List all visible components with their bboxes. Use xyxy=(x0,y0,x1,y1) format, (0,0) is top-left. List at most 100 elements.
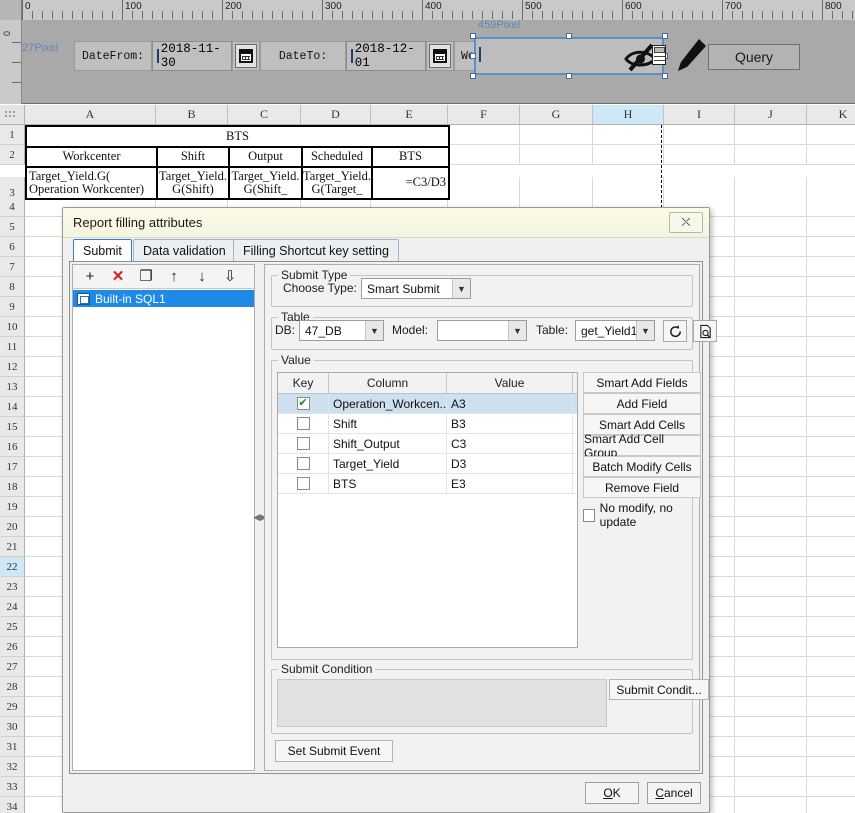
value-grid-value-cell[interactable]: D3 xyxy=(447,454,573,473)
tree-item-built-in-sql1[interactable]: Built-in SQL1 xyxy=(73,290,254,307)
grid-cell[interactable] xyxy=(735,197,807,217)
grid-cell[interactable] xyxy=(807,457,855,477)
report-cell-d3[interactable]: Target_Yield. G(Target_ xyxy=(302,167,372,199)
add-icon[interactable]: + xyxy=(77,266,103,288)
report-cell-e2[interactable]: BTS xyxy=(372,147,449,167)
value-grid-row[interactable]: Target_YieldD3 xyxy=(278,454,577,474)
grid-cell[interactable] xyxy=(807,517,855,537)
resize-handle-se[interactable] xyxy=(662,73,668,79)
grid-cell[interactable] xyxy=(807,397,855,417)
value-grid-row[interactable]: Shift_OutputC3 xyxy=(278,434,577,454)
key-checkbox[interactable] xyxy=(297,417,310,430)
table-select[interactable]: get_Yield1 ▼ xyxy=(575,320,655,341)
grid-cell[interactable] xyxy=(807,437,855,457)
grid-cell[interactable] xyxy=(735,377,807,397)
grid-cell[interactable] xyxy=(735,537,807,557)
grid-cell[interactable] xyxy=(735,557,807,577)
close-icon[interactable]: ⛌ xyxy=(669,212,703,233)
move-down-icon[interactable]: ↓ xyxy=(189,266,215,288)
key-checkbox[interactable] xyxy=(297,437,310,450)
grid-cell[interactable] xyxy=(807,217,855,237)
row-header-2[interactable]: 2 xyxy=(0,145,25,165)
grid-cell[interactable] xyxy=(520,125,593,145)
model-select[interactable]: ▼ xyxy=(437,320,527,341)
column-header-h[interactable]: H xyxy=(593,105,664,125)
row-header-20[interactable]: 20 xyxy=(0,517,25,537)
row-header-1[interactable]: 1 xyxy=(0,125,25,145)
move-up-icon[interactable]: ↑ xyxy=(161,266,187,288)
row-header-23[interactable]: 23 xyxy=(0,577,25,597)
grid-cell[interactable] xyxy=(807,417,855,437)
row-header-28[interactable]: 28 xyxy=(0,677,25,697)
set-submit-event-button[interactable]: Set Submit Event xyxy=(275,740,393,762)
report-cell-e3[interactable]: =C3/D3 xyxy=(372,167,449,199)
grid-cell[interactable] xyxy=(735,657,807,677)
grid-cell[interactable] xyxy=(448,145,520,165)
grid-cell[interactable] xyxy=(735,757,807,777)
grid-cell[interactable] xyxy=(807,377,855,397)
report-cell-a3[interactable]: Target_Yield.G( Operation Workcenter) xyxy=(26,167,157,199)
tab-filling-shortcut[interactable]: Filling Shortcut key setting xyxy=(233,239,399,261)
delete-icon[interactable]: ✕ xyxy=(105,266,131,288)
pane-splitter[interactable]: ◀▶ xyxy=(256,264,264,771)
row-header-27[interactable]: 27 xyxy=(0,657,25,677)
resize-handle-nw[interactable] xyxy=(470,33,476,39)
cancel-button[interactable]: Cancel xyxy=(647,782,701,804)
grid-cell[interactable] xyxy=(593,145,664,165)
grid-cell[interactable] xyxy=(807,617,855,637)
row-header-15[interactable]: 15 xyxy=(0,417,25,437)
grid-cell[interactable] xyxy=(807,197,855,217)
grid-cell[interactable] xyxy=(735,125,807,145)
value-grid-row[interactable]: ShiftB3 xyxy=(278,414,577,434)
key-checkbox[interactable] xyxy=(297,477,310,490)
no-modify-no-update-checkbox[interactable]: No modify, no update xyxy=(583,501,699,529)
report-cell-a1[interactable]: BTS xyxy=(26,126,449,147)
add-field-button[interactable]: Add Field xyxy=(583,393,701,414)
grid-cell[interactable] xyxy=(735,597,807,617)
report-cell-c2[interactable]: Output xyxy=(229,147,302,167)
grid-cell[interactable] xyxy=(735,257,807,277)
value-grid-row[interactable]: ✔Operation_Workcen...A3 xyxy=(278,394,577,414)
grid-cell[interactable] xyxy=(735,497,807,517)
key-checkbox[interactable]: ✔ xyxy=(297,397,310,410)
sort-icon[interactable]: ⇩ xyxy=(217,266,243,288)
choose-type-select[interactable]: Smart Submit ▼ xyxy=(361,278,471,299)
grid-cell[interactable] xyxy=(735,697,807,717)
row-header-11[interactable]: 11 xyxy=(0,337,25,357)
grid-cell[interactable] xyxy=(807,757,855,777)
grid-cell[interactable] xyxy=(735,417,807,437)
value-grid-key-cell[interactable] xyxy=(278,414,329,433)
submit-condition-textarea[interactable] xyxy=(277,679,607,727)
row-header-34[interactable]: 34 xyxy=(0,797,25,813)
grid-cell[interactable] xyxy=(735,777,807,797)
row-header-19[interactable]: 19 xyxy=(0,497,25,517)
resize-handle-ne[interactable] xyxy=(662,33,668,39)
grid-cell[interactable] xyxy=(807,357,855,377)
grid-cell[interactable] xyxy=(807,145,855,165)
column-header-f[interactable]: F xyxy=(448,105,520,125)
report-cell-a2[interactable]: Workcenter xyxy=(26,147,157,167)
row-header-17[interactable]: 17 xyxy=(0,457,25,477)
grid-cell[interactable] xyxy=(735,437,807,457)
chevron-down-icon[interactable]: ▼ xyxy=(365,321,383,340)
value-grid-column-cell[interactable]: Target_Yield xyxy=(329,454,447,473)
row-header-6[interactable]: 6 xyxy=(0,237,25,257)
submit-condition-button[interactable]: Submit Condit... xyxy=(609,679,709,700)
refresh-button[interactable] xyxy=(663,320,687,342)
row-header-18[interactable]: 18 xyxy=(0,477,25,497)
row-header-10[interactable]: 10 xyxy=(0,317,25,337)
grid-cell[interactable] xyxy=(807,497,855,517)
row-header-25[interactable]: 25 xyxy=(0,617,25,637)
value-grid-key-cell[interactable]: ✔ xyxy=(278,394,329,413)
row-header-12[interactable]: 12 xyxy=(0,357,25,377)
grid-cell[interactable] xyxy=(664,145,735,165)
grid-cell[interactable] xyxy=(735,237,807,257)
batch-modify-cells-button[interactable]: Batch Modify Cells xyxy=(583,456,701,477)
column-header-d[interactable]: D xyxy=(301,105,371,125)
grid-cell[interactable] xyxy=(735,637,807,657)
grid-cell[interactable] xyxy=(807,257,855,277)
row-header-32[interactable]: 32 xyxy=(0,757,25,777)
row-header-22[interactable]: 22 xyxy=(0,557,25,577)
grid-cell[interactable] xyxy=(664,125,735,145)
grid-cell[interactable] xyxy=(593,125,664,145)
